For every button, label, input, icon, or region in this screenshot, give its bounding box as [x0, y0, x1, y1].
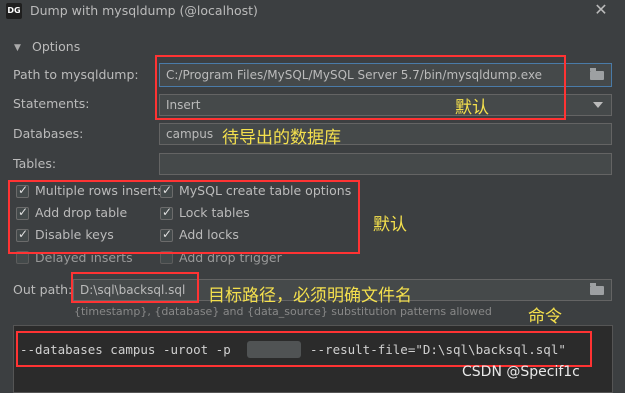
out-path-label: Out path: [13, 282, 73, 297]
annotation-box-out-path [71, 272, 199, 303]
tables-label: Tables: [13, 156, 57, 171]
databases-value: campus [166, 127, 214, 141]
close-icon[interactable]: ✕ [593, 1, 609, 19]
annotation-default-1: 默认 [455, 98, 489, 118]
annotation-box-command [16, 331, 592, 367]
browse-folder-icon[interactable] [586, 280, 608, 300]
tables-input[interactable] [159, 153, 612, 175]
annotation-default-2: 默认 [373, 215, 407, 235]
watermark: CSDN @Specif1c [462, 364, 580, 380]
annotation-db-to-export: 待导出的数据库 [222, 128, 341, 148]
statements-label: Statements: [13, 96, 90, 111]
databases-label: Databases: [13, 126, 84, 141]
datagrip-app-icon: DG [6, 3, 22, 19]
path-label: Path to mysqldump: [13, 67, 139, 82]
annotation-box-checkboxes [8, 180, 360, 254]
chevron-down-icon[interactable] [593, 102, 603, 108]
annotation-box-defaults [155, 55, 566, 120]
browse-folder-icon[interactable] [586, 65, 608, 85]
annotation-command: 命令 [528, 307, 562, 327]
collapse-arrow-icon[interactable]: ▼ [14, 43, 21, 53]
annotation-target-path: 目标路径，必须明确文件名 [208, 286, 412, 306]
substitution-hint: {timestamp}, {database} and {data_source… [74, 305, 492, 318]
options-section-title[interactable]: Options [32, 39, 80, 54]
window-title: Dump with mysqldump (@localhost) [30, 3, 258, 18]
